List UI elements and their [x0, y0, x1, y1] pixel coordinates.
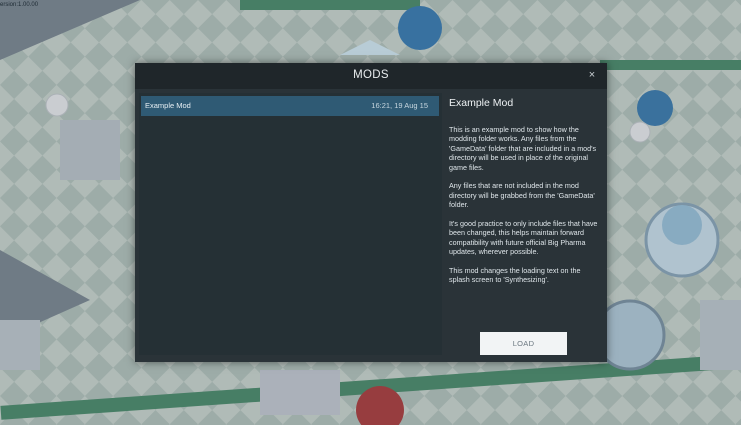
description-paragraph: This is an example mod to show how the m…	[449, 125, 597, 172]
mod-detail-title: Example Mod	[449, 97, 514, 109]
load-button[interactable]: LOAD	[480, 332, 567, 355]
description-paragraph: This mod changes the loading text on the…	[449, 266, 581, 285]
close-button[interactable]: ×	[585, 68, 599, 82]
mod-detail-panel: Example Mod This is an example mod to sh…	[449, 93, 603, 355]
mod-date: 16:21, 19 Aug 15	[371, 101, 428, 110]
description-paragraph: It's good practice to only include files…	[449, 219, 598, 257]
mod-description: This is an example mod to show how the m…	[449, 125, 601, 294]
description-paragraph: Any files that are not included in the m…	[449, 181, 595, 210]
mod-list: Example Mod 16:21, 19 Aug 15	[139, 93, 442, 355]
mod-name: Example Mod	[145, 101, 191, 110]
mods-dialog: MODS × Example Mod 16:21, 19 Aug 15 Exam…	[135, 63, 607, 362]
mod-list-item[interactable]: Example Mod 16:21, 19 Aug 15	[141, 96, 439, 116]
dialog-header: MODS ×	[135, 63, 607, 89]
dialog-title: MODS	[353, 69, 389, 81]
